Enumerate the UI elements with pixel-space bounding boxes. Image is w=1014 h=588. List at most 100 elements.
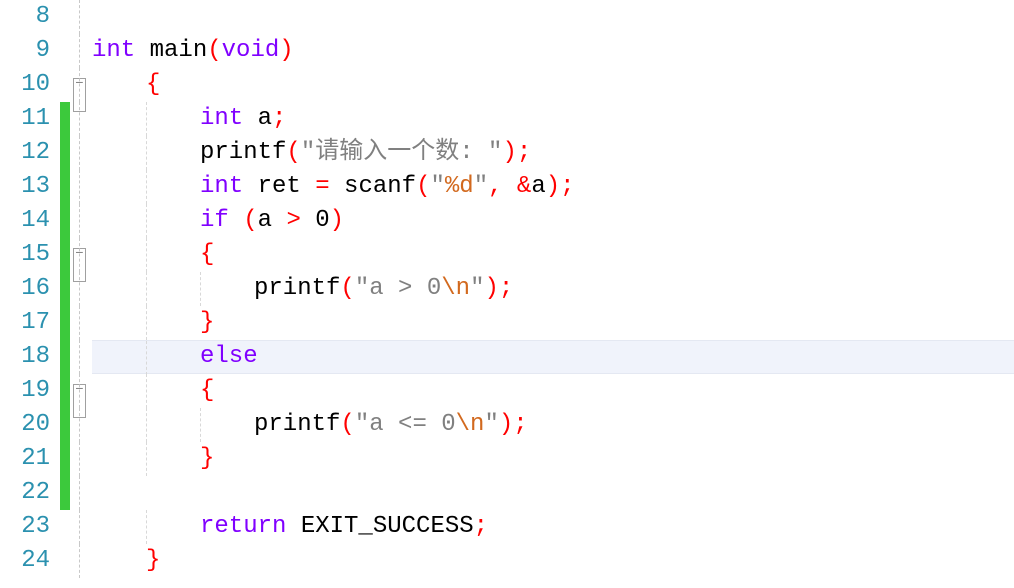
token-str: " [484,411,498,438]
token-plain [330,173,344,200]
token-op: ; [513,411,527,438]
token-paren: ) [546,173,560,200]
token-plain [135,37,149,64]
token-op: > [286,207,300,234]
token-paren: ) [484,275,498,302]
code-line[interactable]: return EXIT_SUCCESS; [92,510,1014,544]
code-line[interactable]: printf("请输入一个数: "); [92,136,1014,170]
line-number: 11 [0,102,50,136]
line-number: 19 [0,374,50,408]
line-number: 14 [0,204,50,238]
fold-cell [70,68,92,102]
token-op: ; [499,275,513,302]
code-line[interactable]: printf("a > 0\n"); [92,272,1014,306]
token-paren: ) [279,37,293,64]
token-fn: printf [254,275,340,302]
token-paren: ) [330,207,344,234]
token-paren: ( [286,139,300,166]
token-plain: a [258,207,287,234]
code-line[interactable]: { [92,374,1014,408]
token-plain: EXIT_SUCCESS [286,513,473,540]
token-plain: ret [243,173,315,200]
line-number: 24 [0,544,50,578]
token-plain: a [243,105,272,132]
fold-cell [70,544,92,578]
code-line[interactable] [92,476,1014,510]
fold-cell [70,0,92,34]
code-line[interactable]: { [92,68,1014,102]
change-marker [60,136,70,170]
token-str: "a > 0 [355,275,441,302]
token-kw: else [200,343,258,370]
change-marker [60,34,70,68]
code-line[interactable]: int ret = scanf("%d", &a); [92,170,1014,204]
code-line[interactable]: int a; [92,102,1014,136]
code-editor[interactable]: 89101112131415161718192021222324 −−− int… [0,0,1014,578]
token-fn: scanf [344,173,416,200]
line-number: 12 [0,136,50,170]
line-number: 22 [0,476,50,510]
change-marker [60,204,70,238]
token-kw: if [200,207,229,234]
fold-cell [70,170,92,204]
line-number: 9 [0,34,50,68]
fold-cell [70,442,92,476]
line-number: 23 [0,510,50,544]
code-line[interactable]: } [92,306,1014,340]
change-marker [60,510,70,544]
fold-cell [70,272,92,306]
fold-cell [70,306,92,340]
line-number: 8 [0,0,50,34]
fold-cell [70,102,92,136]
code-line[interactable]: int main(void) [92,34,1014,68]
token-str: "a <= 0 [355,411,456,438]
token-op: & [517,173,531,200]
token-kw: int [92,37,135,64]
token-op: , [488,173,502,200]
line-number: 20 [0,408,50,442]
token-kw: int [200,105,243,132]
change-marker [60,102,70,136]
change-marker [60,442,70,476]
token-plain: a [531,173,545,200]
change-marker-column [60,0,70,578]
fold-cell: − [70,34,92,68]
code-line[interactable]: else [92,340,1014,374]
token-plain [229,207,243,234]
fold-cell [70,374,92,408]
line-number: 18 [0,340,50,374]
change-marker [60,544,70,578]
code-line[interactable]: } [92,442,1014,476]
fold-cell [70,510,92,544]
code-line[interactable]: if (a > 0) [92,204,1014,238]
token-str: " [470,275,484,302]
token-op: ; [517,139,531,166]
token-brace: } [200,445,214,472]
token-brace: { [200,377,214,404]
code-line[interactable] [92,0,1014,34]
code-line[interactable]: printf("a <= 0\n"); [92,408,1014,442]
fold-column: − − − [70,0,92,578]
token-paren: ) [502,139,516,166]
fold-cell: − [70,340,92,374]
token-fn: printf [254,411,340,438]
code-area[interactable]: int main(void){int a;printf("请输入一个数: ");… [92,0,1014,578]
token-str: " [430,173,444,200]
fold-cell [70,476,92,510]
change-marker [60,306,70,340]
token-paren: ( [207,37,221,64]
fold-cell [70,408,92,442]
token-esc: \n [441,275,470,302]
code-line[interactable]: { [92,238,1014,272]
line-number: 16 [0,272,50,306]
token-brace: } [200,309,214,336]
code-line[interactable]: } [92,544,1014,578]
line-number: 10 [0,68,50,102]
token-paren: ( [416,173,430,200]
token-plain [301,207,315,234]
token-str: "请输入一个数: " [301,139,503,166]
fold-cell: − [70,204,92,238]
token-plain: 0 [315,207,329,234]
change-marker [60,170,70,204]
token-paren: ( [340,275,354,302]
